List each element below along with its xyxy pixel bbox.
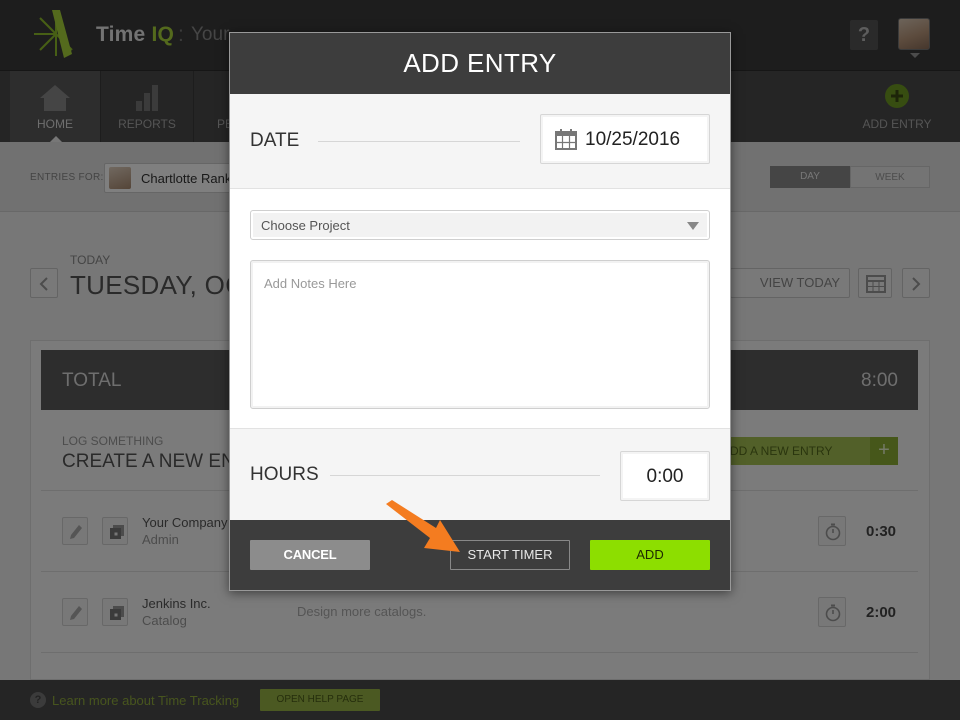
- notes-textarea[interactable]: Add Notes Here: [250, 260, 710, 409]
- date-label: DATE: [250, 130, 300, 151]
- hours-field[interactable]: 0:00: [620, 451, 710, 501]
- cancel-button[interactable]: CANCEL: [250, 540, 370, 570]
- date-section: DATE 10/25/2016: [230, 94, 730, 189]
- divider: [330, 475, 600, 476]
- modal-title: ADD ENTRY: [230, 33, 730, 94]
- project-select-value: Choose Project: [261, 218, 350, 233]
- modal-footer: CANCEL START TIMER ADD: [230, 520, 730, 590]
- start-timer-button[interactable]: START TIMER: [450, 540, 570, 570]
- divider: [318, 141, 520, 142]
- pointer-arrow-icon: [386, 500, 460, 552]
- notes-placeholder: Add Notes Here: [264, 276, 357, 291]
- date-picker-field[interactable]: 10/25/2016: [540, 114, 710, 164]
- date-value: 10/25/2016: [585, 129, 681, 150]
- dropdown-caret-icon: [687, 222, 699, 230]
- hours-label: HOURS: [250, 464, 319, 485]
- add-entry-modal: ADD ENTRY DATE 10/25/2016 Choose Project…: [229, 32, 731, 591]
- project-select[interactable]: Choose Project: [250, 210, 710, 240]
- add-button[interactable]: ADD: [590, 540, 710, 570]
- calendar-icon: [555, 129, 577, 150]
- hours-section: HOURS 0:00: [230, 428, 730, 520]
